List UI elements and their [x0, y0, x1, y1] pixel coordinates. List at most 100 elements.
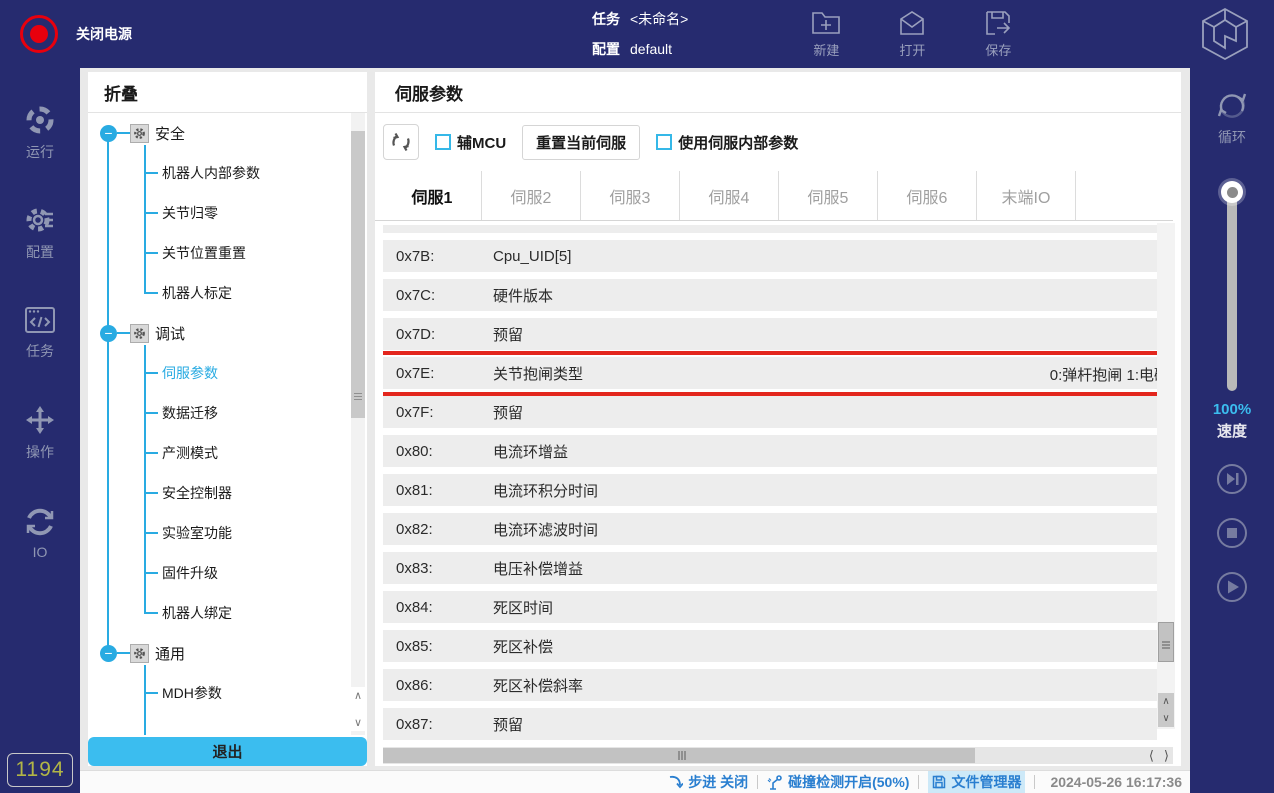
checkbox-box[interactable] [656, 134, 672, 150]
speed-slider-knob[interactable] [1221, 181, 1243, 203]
table-row[interactable]: 0x83: 电压补偿增益 [383, 552, 1157, 584]
step-mode-toggle[interactable]: 步进 关闭 [668, 772, 748, 792]
table-vscroll-thumb[interactable] [1158, 622, 1174, 662]
tree-collapse-header[interactable]: 折叠 [88, 72, 367, 113]
servo-tab-label: 伺服3 [610, 184, 651, 208]
table-hscroll-arrows[interactable]: ⟨ ⟩ [1149, 748, 1169, 764]
servo-tab[interactable]: 伺服4 [680, 171, 779, 220]
file-manager-button[interactable]: 文件管理器 [928, 771, 1025, 793]
collapse-icon[interactable]: − [100, 125, 117, 142]
tree-item[interactable]: 机器人标定 [144, 273, 367, 313]
tree-item[interactable]: 固件升级 [144, 553, 367, 593]
tree-item[interactable]: MDH参数 [144, 673, 367, 713]
tree-group-row[interactable]: − 调试 [88, 313, 367, 353]
tree-item[interactable]: 安全控制器 [144, 473, 367, 513]
tree-item-label: 机器人内部参数 [162, 163, 260, 183]
tree-item[interactable]: 伺服参数 [144, 353, 367, 393]
sidebar-item-config[interactable]: 配置 [0, 183, 80, 283]
reset-servo-button[interactable]: 重置当前伺服 [522, 125, 640, 160]
table-row[interactable]: 0x7E: 关节抱闸类型 0:弹杆抱闸 1:电磁 [383, 357, 1157, 389]
tree-item-label: 实验室功能 [162, 523, 232, 543]
table-row[interactable]: 0x7B: Cpu_UID[5] [383, 240, 1157, 272]
scroll-up-icon[interactable]: ∧ [354, 689, 362, 702]
table-row[interactable]: 0x85: 死区补偿 [383, 630, 1157, 662]
tree-item[interactable]: 机器人绑定 [144, 593, 367, 633]
table-row[interactable]: 0x7F: 预留 [383, 396, 1157, 428]
speed-value: 100% [1213, 401, 1251, 418]
row-value [873, 630, 1157, 662]
servo-tab[interactable]: 伺服2 [482, 171, 581, 220]
clock-timestamp: 2024-05-26 16:17:36 [1050, 774, 1182, 790]
table-vscroll-arrows[interactable]: ∧ ∨ [1158, 693, 1174, 727]
sidebar-item-operate[interactable]: 操作 [0, 383, 80, 483]
collision-icon [767, 775, 783, 790]
save-button[interactable]: 保存 [970, 9, 1026, 59]
scroll-left-icon[interactable]: ⟨ [1149, 748, 1154, 764]
play-button[interactable] [1216, 571, 1248, 603]
step-icon [668, 775, 683, 789]
scroll-right-icon[interactable]: ⟩ [1164, 748, 1169, 764]
row-name: 预留 [493, 714, 873, 735]
aux-mcu-checkbox[interactable]: 辅MCU [435, 132, 506, 153]
tree-item[interactable]: 数据迁移 [144, 393, 367, 433]
tree-group-row[interactable]: − 安全 [88, 113, 367, 153]
servo-tab[interactable]: 末端IO [977, 171, 1076, 220]
tree-item[interactable]: 实验室功能 [144, 513, 367, 553]
open-file-icon [897, 9, 927, 37]
stop-button[interactable] [1216, 517, 1248, 549]
tree-connector-line [107, 133, 109, 653]
scroll-down-icon[interactable]: ∨ [1162, 713, 1169, 724]
row-address: 0x80: [383, 443, 493, 460]
table-row[interactable]: 0x7D: 预留 [383, 318, 1157, 350]
servo-params-panel: 伺服参数 辅MCU 重置当前伺服 使用伺服内部参数 [375, 72, 1181, 766]
gear-icon [130, 124, 149, 143]
collapse-icon[interactable]: − [100, 645, 117, 662]
table-row[interactable]: 0x84: 死区时间 [383, 591, 1157, 623]
tree-scrollbar-thumb[interactable] [351, 131, 365, 418]
tree-item[interactable]: 关节归零 [144, 193, 367, 233]
collapse-icon[interactable]: − [100, 325, 117, 342]
table-row[interactable]: 0x82: 电流环滤波时间 [383, 513, 1157, 545]
tree-item[interactable]: 关节位置重置 [144, 233, 367, 273]
speed-slider-track[interactable] [1227, 189, 1237, 391]
param-table: 0x7B: Cpu_UID[5] 0x7C: 硬件版本 0x7D: 预留 [383, 221, 1157, 747]
step-forward-button[interactable] [1216, 463, 1248, 495]
speed-slider[interactable] [1221, 189, 1243, 391]
servo-tab[interactable]: 伺服1 [383, 171, 482, 220]
sidebar-item-task[interactable]: 任务 [0, 283, 80, 383]
use-internal-params-checkbox[interactable]: 使用伺服内部参数 [656, 132, 798, 153]
loop-mode-button[interactable]: 循环 [1214, 88, 1250, 147]
refresh-button[interactable] [383, 124, 419, 160]
power-button[interactable] [20, 15, 58, 53]
servo-tab[interactable]: 伺服6 [878, 171, 977, 220]
scroll-up-icon[interactable]: ∧ [1162, 696, 1169, 707]
table-row[interactable]: 0x87: 预留 [383, 708, 1157, 740]
table-horizontal-scrollbar[interactable]: ⟨ ⟩ [383, 747, 1173, 764]
row-value [873, 474, 1157, 506]
table-row[interactable]: 0x7C: 硬件版本 [383, 279, 1157, 311]
tree-item[interactable]: 产测模式 [144, 433, 367, 473]
servo-tab[interactable]: 伺服5 [779, 171, 878, 220]
table-row[interactable]: 0x81: 电流环积分时间 [383, 474, 1157, 506]
sidebar-item-run[interactable]: 运行 [0, 83, 80, 183]
tree-item[interactable]: 机器人内部参数 [144, 153, 367, 193]
row-value [873, 591, 1157, 623]
exit-button[interactable]: 退出 [88, 737, 367, 766]
table-vertical-scrollbar[interactable]: ∧ ∨ [1157, 223, 1175, 729]
servo-tab[interactable]: 伺服3 [581, 171, 680, 220]
new-button[interactable]: 新建 [798, 9, 854, 59]
checkbox-box[interactable] [435, 134, 451, 150]
row-value [873, 318, 1157, 350]
tree-scroll-arrows[interactable]: ∧ ∨ [351, 687, 365, 731]
table-hscroll-thumb[interactable] [383, 748, 975, 763]
task-value: <未命名> [630, 9, 688, 29]
sidebar-item-io[interactable]: IO [0, 483, 80, 583]
collision-detection-toggle[interactable]: 碰撞检测开启(50%) [767, 772, 909, 792]
row-name: 电流环增益 [493, 441, 873, 462]
table-row[interactable]: 0x86: 死区补偿斜率 [383, 669, 1157, 701]
scroll-down-icon[interactable]: ∨ [354, 716, 362, 729]
partial-row [383, 225, 1157, 233]
open-button[interactable]: 打开 [884, 9, 940, 59]
tree-group-row[interactable]: − 通用 [88, 633, 367, 673]
table-row[interactable]: 0x80: 电流环增益 [383, 435, 1157, 467]
